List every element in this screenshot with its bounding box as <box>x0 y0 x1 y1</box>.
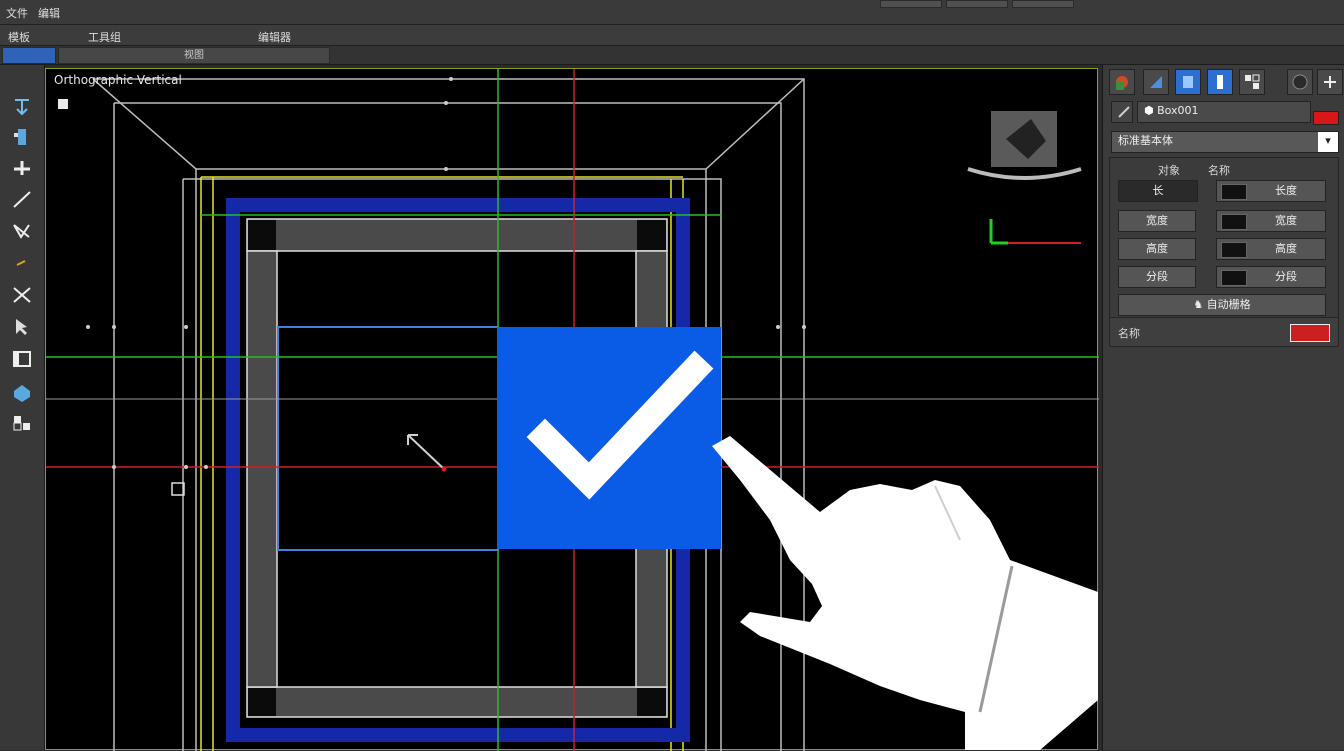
name-color-row: 名称 <box>1109 317 1339 347</box>
height-field[interactable]: 高度 <box>1216 238 1326 260</box>
object-name: Box001 <box>1157 104 1199 117</box>
hierarchy-tab-icon[interactable] <box>1175 69 1201 95</box>
color-swatch <box>1221 184 1247 200</box>
width-button[interactable]: 宽度 <box>1118 210 1196 232</box>
utilities-tab-icon[interactable] <box>1287 69 1313 95</box>
color-swatch <box>1221 214 1247 230</box>
color-swatch-red[interactable] <box>1290 324 1330 342</box>
object-color-swatch[interactable] <box>1313 111 1339 125</box>
object-name-field[interactable]: ⬢ Box001 <box>1137 101 1311 123</box>
create-tab-icon[interactable] <box>1109 69 1135 95</box>
length-field[interactable]: 长度 <box>1216 180 1326 202</box>
display-tab-icon[interactable] <box>1239 69 1265 95</box>
shield-icon: ⬢ <box>1144 104 1158 117</box>
auto-grid-button[interactable]: ♞ 自动栅格 <box>1118 294 1326 316</box>
motion-tab-icon[interactable] <box>1207 69 1233 95</box>
command-panel: ⬢ Box001 标准基本体 ▾ 对象 名称 长 宽度 高度 分段 长度 宽度 … <box>1102 65 1344 750</box>
color-swatch <box>1221 270 1247 286</box>
segments-field[interactable]: 分段 <box>1216 266 1326 288</box>
pin-icon[interactable] <box>1111 101 1133 123</box>
section-header-right: 名称 <box>1208 164 1230 177</box>
width-label: 宽度 <box>1275 214 1297 227</box>
segments-label: 分段 <box>1275 270 1297 283</box>
length-label: 长度 <box>1275 184 1297 197</box>
chevron-down-icon: ▾ <box>1318 132 1338 152</box>
height-button[interactable]: 高度 <box>1118 238 1196 260</box>
more-tools-icon[interactable] <box>1317 69 1343 95</box>
gear-icon: ♞ <box>1193 298 1207 311</box>
segments-button[interactable]: 分段 <box>1118 266 1196 288</box>
height-label: 高度 <box>1275 242 1297 255</box>
name-color-label: 名称 <box>1118 327 1140 340</box>
color-swatch <box>1221 242 1247 258</box>
section-header-left: 对象 <box>1158 164 1180 177</box>
dropdown-value: 标准基本体 <box>1118 134 1173 147</box>
length-button[interactable]: 长 <box>1118 180 1198 202</box>
category-dropdown[interactable]: 标准基本体 ▾ <box>1111 131 1339 153</box>
width-field[interactable]: 宽度 <box>1216 210 1326 232</box>
auto-grid-label: 自动栅格 <box>1206 298 1251 311</box>
modify-tab-icon[interactable] <box>1143 69 1169 95</box>
